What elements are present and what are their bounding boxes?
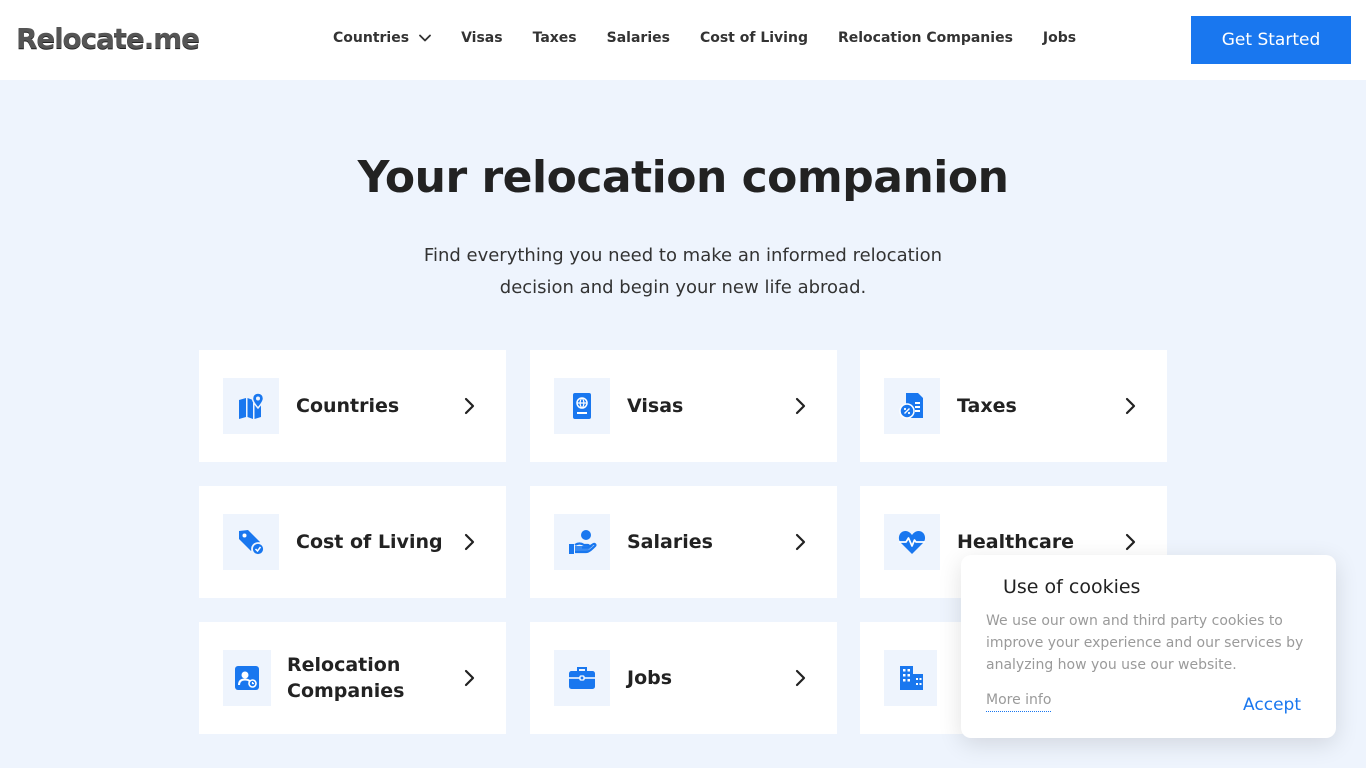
buildings-icon	[899, 666, 923, 690]
nav-item-label: Cost of Living	[699, 30, 808, 46]
cookie-title: Use of cookies	[1003, 576, 1141, 598]
card-relocation-companies[interactable]: Relocation Companies	[199, 622, 506, 734]
card-visas[interactable]: Visas	[530, 350, 837, 462]
heart-pulse-icon	[898, 531, 926, 554]
nav-item-visas[interactable]: Visas	[461, 30, 503, 46]
cookie-banner: Use of cookies We use our own and third …	[961, 555, 1336, 738]
nav-item-label: Relocation Companies	[837, 30, 1013, 46]
card-icon-box	[223, 650, 271, 706]
price-tag-icon	[239, 530, 265, 556]
card-cost-of-living[interactable]: Cost of Living	[199, 486, 506, 598]
card-label: Countries	[296, 395, 400, 417]
card-label: Visas	[627, 395, 684, 417]
card-salaries[interactable]: Salaries	[530, 486, 837, 598]
card-countries[interactable]: Countries	[199, 350, 506, 462]
card-label: Relocation Companies	[287, 654, 405, 702]
card-icon-box	[554, 514, 610, 570]
card-icon-box	[223, 378, 279, 434]
nav-item-taxes[interactable]: Taxes	[533, 30, 577, 46]
chevron-right-icon	[795, 397, 806, 415]
chevron-right-icon	[1125, 397, 1136, 415]
card-label: Cost of Living	[296, 531, 443, 553]
cookie-more-info-link[interactable]: More info	[986, 692, 1052, 712]
card-label: Salaries	[627, 531, 713, 553]
nav-item-label: Visas	[461, 30, 503, 46]
chevron-right-icon	[795, 533, 806, 551]
nav-item-label: Salaries	[606, 30, 670, 46]
nav-item-label: Jobs	[1042, 30, 1077, 46]
map-pin-icon	[239, 392, 265, 419]
card-taxes[interactable]: Taxes	[860, 350, 1167, 462]
card-jobs[interactable]: Jobs	[530, 622, 837, 734]
get-started-button[interactable]: Get Started	[1191, 16, 1351, 64]
nav-item-relocation-companies[interactable]: Relocation Companies	[838, 30, 1013, 46]
chevron-right-icon	[464, 669, 475, 687]
chevron-right-icon	[464, 397, 475, 415]
nav-item-jobs[interactable]: Jobs	[1043, 30, 1076, 46]
nav-item-salaries[interactable]: Salaries	[607, 30, 670, 46]
card-label: Taxes	[957, 395, 1017, 417]
card-icon-box	[554, 378, 610, 434]
chevron-right-icon	[1125, 533, 1136, 551]
id-badge-icon	[235, 666, 259, 690]
main-nav: Countries Visas Taxes Salaries Cost of L…	[333, 28, 1076, 48]
chevron-down-icon	[419, 34, 431, 42]
card-icon-box	[884, 378, 940, 434]
cookie-accept-button[interactable]: Accept	[1243, 695, 1301, 715]
nav-item-label: Countries	[333, 30, 410, 46]
subtitle-line-1: Find everything you need to make an info…	[423, 245, 943, 266]
nav-item-cost-of-living[interactable]: Cost of Living	[700, 30, 808, 46]
site-logo[interactable]: Relocate.me	[16, 22, 200, 55]
hand-money-icon	[569, 530, 597, 554]
subtitle-line-2: decision and begin your new life abroad.	[499, 277, 867, 298]
card-icon-box	[223, 514, 279, 570]
page-subtitle: Find everything you need to make an info…	[383, 240, 983, 304]
chevron-right-icon	[795, 669, 806, 687]
chevron-right-icon	[464, 533, 475, 551]
page-title: Your relocation companion	[357, 152, 1009, 203]
card-icon-box	[884, 514, 940, 570]
briefcase-icon	[569, 667, 595, 689]
passport-icon	[573, 393, 591, 419]
nav-item-countries[interactable]: Countries	[333, 30, 431, 46]
card-label: Jobs	[627, 667, 673, 689]
tax-document-icon	[899, 393, 923, 419]
card-icon-box	[554, 650, 610, 706]
cookie-text: We use our own and third party cookies t…	[986, 613, 1304, 673]
card-icon-box	[884, 650, 937, 706]
site-header: Relocate.me Countries Visas Taxes Salari…	[0, 0, 1366, 80]
nav-item-label: Taxes	[532, 30, 577, 46]
